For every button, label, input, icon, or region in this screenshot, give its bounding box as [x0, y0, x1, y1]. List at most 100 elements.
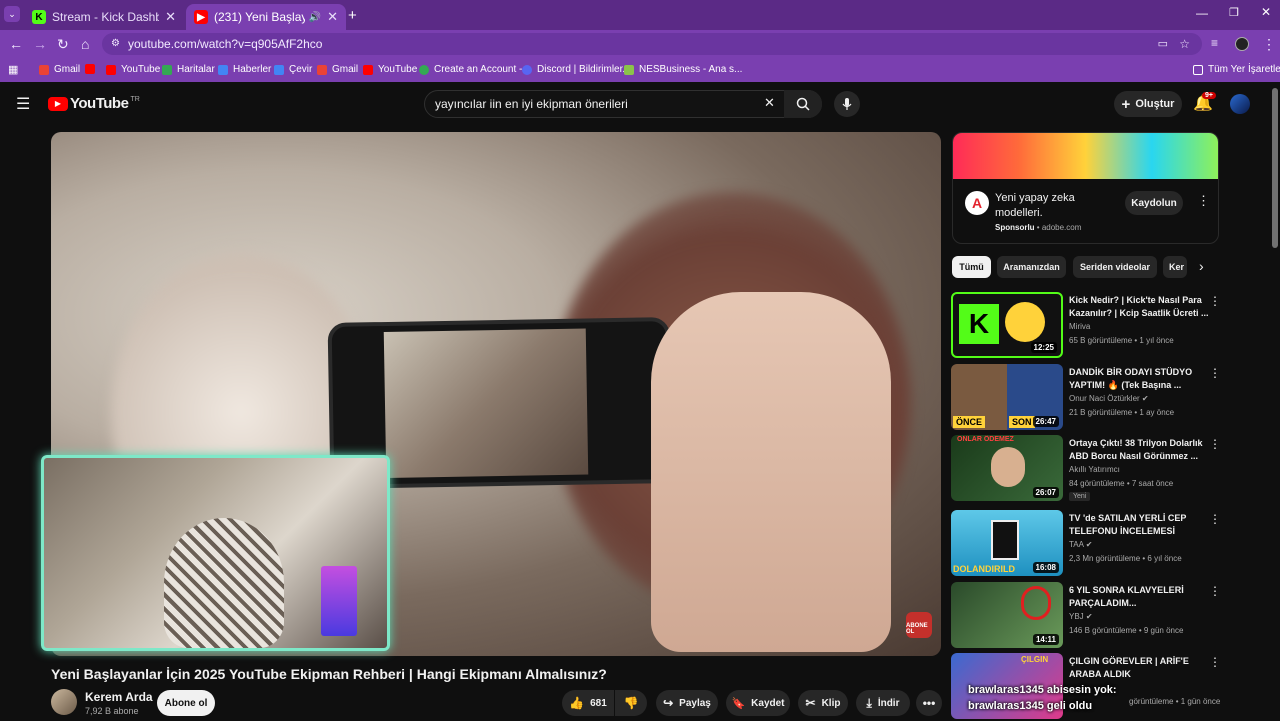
- bookmark-gmail[interactable]: Gmail: [317, 64, 358, 75]
- bookmark-maps[interactable]: Haritalar: [162, 64, 215, 75]
- search-input[interactable]: yayıncılar iin en iyi ekipman önerileri: [424, 90, 822, 118]
- url-bar[interactable]: ⚙ youtube.com/watch?v=q905AfF2hco ▭ ☆: [102, 33, 1202, 55]
- speaker-icon[interactable]: 🔊: [309, 12, 321, 23]
- more-horizontal-icon: •••: [922, 696, 936, 710]
- bookmark-label: Create an Account -...: [434, 64, 531, 75]
- recommendation-item[interactable]: K 12:25 Kick Nedir? | Kick'te Nasıl Para…: [951, 292, 1221, 360]
- thumbnail-art: [991, 520, 1019, 560]
- media-control-icon[interactable]: ≡: [1211, 36, 1218, 50]
- clear-search-icon[interactable]: ✕: [764, 95, 775, 111]
- more-vertical-icon[interactable]: ⋮: [1209, 294, 1221, 308]
- recommendation-item[interactable]: ÖNCE SON 26:47 DANDİK BİR ODAYI STÜDYO Y…: [951, 364, 1221, 432]
- close-icon[interactable]: ✕: [165, 9, 176, 25]
- tab-search-button[interactable]: ⌄: [4, 6, 20, 22]
- close-icon[interactable]: ✕: [327, 9, 338, 25]
- bookmark-youtube[interactable]: [85, 64, 100, 74]
- thumbnail-art: [1005, 302, 1045, 342]
- recommendation-item[interactable]: ONLAR ÖDEMEZ 26:07 Ortaya Çıktı! 38 Tril…: [951, 435, 1221, 503]
- cast-icon[interactable]: ▭: [1158, 33, 1168, 55]
- hamburger-menu-icon[interactable]: ☰: [16, 94, 30, 114]
- subscribe-button[interactable]: Abone ol: [157, 690, 215, 716]
- create-button[interactable]: + Oluştur: [1114, 91, 1182, 117]
- more-vertical-icon[interactable]: ⋮: [1209, 437, 1221, 451]
- chat-line: brawlaras1345 geli oldu: [968, 700, 1093, 712]
- home-icon[interactable]: ⌂: [81, 36, 89, 52]
- bookmark-news[interactable]: Haberler: [218, 64, 271, 75]
- verified-icon: ✔: [1141, 394, 1149, 403]
- discord-icon: [522, 64, 532, 75]
- recommendation-item[interactable]: 14:11 6 YIL SONRA KLAVYELERİ PARÇALADIM.…: [951, 582, 1221, 650]
- chip-channel[interactable]: Ker: [1163, 256, 1187, 278]
- window-close-icon[interactable]: ✕: [1261, 5, 1271, 19]
- sponsored-ad[interactable]: A Yeni yapay zeka modelleri. Sponsorlu •…: [952, 132, 1219, 244]
- webcam-overlay: [41, 455, 390, 651]
- more-vertical-icon[interactable]: ⋮: [1209, 512, 1221, 526]
- more-vertical-icon[interactable]: ⋮: [1197, 193, 1210, 209]
- ad-banner-image: [953, 133, 1218, 179]
- chevron-right-icon[interactable]: ›: [1199, 258, 1204, 274]
- bookmark-gmail[interactable]: Gmail: [39, 64, 80, 75]
- notification-badge: 9+: [1202, 92, 1216, 99]
- search-icon: [796, 97, 810, 111]
- download-button[interactable]: ⤓ İndir: [856, 690, 910, 716]
- forward-icon[interactable]: →: [33, 36, 47, 52]
- new-badge: Yeni: [1069, 492, 1091, 501]
- bookmark-label: Gmail: [54, 64, 81, 75]
- bookmark-youtube[interactable]: YouTube: [106, 64, 160, 75]
- more-vertical-icon[interactable]: ⋮: [1209, 655, 1221, 669]
- ad-title: Yeni yapay zeka modelleri.: [995, 192, 1075, 219]
- tab-youtube-video[interactable]: ▶ (231) Yeni Başlayanlar İçin 2 🔊 ✕: [186, 4, 346, 30]
- more-vertical-icon[interactable]: ⋮: [1209, 584, 1221, 598]
- like-button[interactable]: 👍 681: [562, 690, 614, 716]
- voice-search-button[interactable]: [834, 91, 860, 117]
- profile-avatar-icon[interactable]: [1235, 37, 1249, 51]
- webcam-subject: [164, 518, 284, 648]
- more-actions-button[interactable]: •••: [916, 690, 942, 716]
- recommendation-channel: TAA ✔: [1069, 540, 1092, 549]
- reload-icon[interactable]: ↻: [57, 36, 69, 53]
- bookmark-create-account[interactable]: Create an Account -...: [419, 64, 531, 75]
- site-info-icon[interactable]: ⚙: [111, 33, 120, 55]
- account-avatar[interactable]: [1230, 94, 1250, 114]
- chip-from-search[interactable]: Aramanızdan: [997, 256, 1066, 278]
- share-icon: ↪: [663, 696, 674, 710]
- scissors-icon: ✂: [805, 696, 816, 710]
- create-label: Oluştur: [1135, 98, 1175, 110]
- browser-menu-icon[interactable]: ⋮: [1262, 36, 1276, 53]
- all-bookmarks-folder[interactable]: Tüm Yer İşaretleri: [1193, 64, 1280, 75]
- back-icon[interactable]: ←: [9, 36, 23, 52]
- news-icon: [218, 64, 228, 75]
- video-duration: 12:25: [1030, 342, 1057, 353]
- chip-all[interactable]: Tümü: [952, 256, 991, 278]
- translate-icon: [274, 64, 284, 75]
- subscribe-watermark[interactable]: ABONE OL: [906, 612, 932, 638]
- save-button[interactable]: 🔖 Kaydet: [726, 690, 790, 716]
- channel-avatar[interactable]: [51, 689, 77, 715]
- youtube-logo[interactable]: ▶ YouTube TR: [48, 95, 140, 112]
- restore-icon[interactable]: ❐: [1229, 6, 1239, 19]
- tab-label: Stream - Kick Dashboard: [52, 10, 160, 24]
- more-vertical-icon[interactable]: ⋮: [1209, 366, 1221, 380]
- recommendation-item[interactable]: DOLANDIRILD 16:08 TV 'de SATILAN YERLİ C…: [951, 510, 1221, 578]
- apps-grid-icon[interactable]: ▦: [8, 63, 18, 76]
- dislike-button[interactable]: 👎: [615, 690, 647, 716]
- bookmark-nesbusiness[interactable]: NESBusiness - Ana s...: [624, 64, 742, 75]
- page-scrollbar[interactable]: [1272, 88, 1278, 248]
- new-tab-button[interactable]: +: [348, 7, 357, 24]
- tab-kick-dashboard[interactable]: K Stream - Kick Dashboard ✕: [24, 4, 184, 30]
- bookmark-translate[interactable]: Çevir: [274, 64, 312, 75]
- clip-button[interactable]: ✂ Klip: [798, 690, 848, 716]
- bookmark-youtube[interactable]: YouTube: [363, 64, 417, 75]
- thumbnail-art: K: [959, 304, 999, 344]
- search-button[interactable]: [784, 90, 822, 118]
- chip-series-videos[interactable]: Seriden videolar: [1073, 256, 1157, 278]
- ad-domain: adobe.com: [1041, 223, 1082, 232]
- channel-name[interactable]: Kerem Arda: [85, 690, 153, 704]
- bookmark-discord[interactable]: Discord | Bildirimler...: [522, 64, 631, 75]
- bookmark-star-icon[interactable]: ☆: [1179, 33, 1190, 55]
- thumbnail-label: SON: [1009, 416, 1035, 428]
- minimize-icon[interactable]: —: [1196, 6, 1208, 20]
- ad-signup-button[interactable]: Kaydolun: [1125, 191, 1183, 215]
- share-button[interactable]: ↪ Paylaş: [656, 690, 718, 716]
- gmail-icon: [317, 64, 327, 75]
